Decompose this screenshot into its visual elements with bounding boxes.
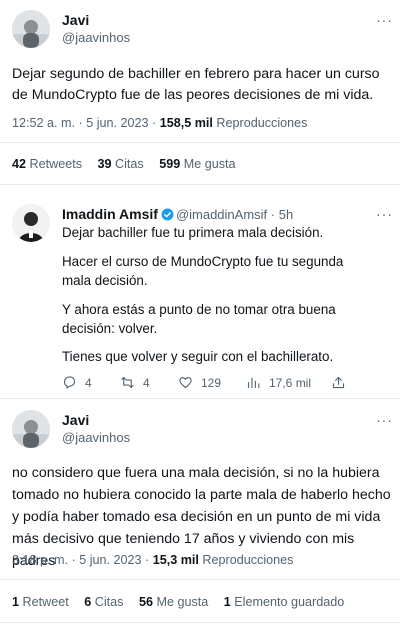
more-options-icon[interactable]: ···	[376, 412, 393, 428]
tweet-stats: 1 Retweet 6 Citas 56 Me gusta 1 Elemento…	[12, 595, 344, 609]
reply-header: Imaddin Amsif @imaddinAmsif · 5h	[62, 206, 293, 224]
like-action[interactable]: 129	[178, 375, 221, 390]
views-action[interactable]: 17,6 mil	[246, 375, 311, 390]
avatar-imaddin[interactable]	[12, 204, 50, 242]
tweet-timestamp[interactable]: 12:52 a. m. · 5 jun. 2023 ·	[12, 116, 160, 130]
quotes-stat[interactable]: 6 Citas	[84, 595, 123, 609]
author-name[interactable]: Javi	[62, 412, 89, 428]
tweet-text: Dejar segundo de bachiller en febrero pa…	[12, 66, 380, 103]
divider	[0, 142, 400, 143]
tweet-meta: 3:18 p. m. · 5 jun. 2023 · 15,3 mil Repr…	[12, 553, 293, 567]
views-chart-icon	[247, 377, 260, 389]
reply-paragraph: Y ahora estás a punto de no tomar otra b…	[62, 302, 336, 336]
divider	[0, 184, 400, 185]
author-handle[interactable]: @imaddinAmsif · 5h	[176, 207, 293, 222]
divider	[0, 398, 400, 399]
views-label: Reproducciones	[198, 553, 294, 567]
reply-paragraph: Tienes que volver y seguir con el bachil…	[62, 349, 334, 364]
avatar-javi[interactable]	[12, 410, 50, 448]
bookmarks-stat[interactable]: 1 Elemento guardado	[224, 595, 344, 609]
more-options-icon[interactable]: ···	[376, 12, 393, 28]
likes-stat[interactable]: 56 Me gusta	[139, 595, 208, 609]
avatar-javi[interactable]	[12, 10, 50, 48]
author-name[interactable]: Javi	[62, 12, 89, 28]
retweet-icon	[121, 376, 134, 389]
quotes-stat[interactable]: 39 Citas	[98, 157, 144, 171]
views-count: 15,3 mil	[152, 553, 199, 567]
verified-badge-icon	[161, 208, 174, 221]
reply-count: 4	[85, 375, 92, 390]
tweet-stats: 42 Retweets 39 Citas 599 Me gusta	[12, 157, 236, 171]
retweets-stat[interactable]: 42 Retweets	[12, 157, 82, 171]
reply-icon	[63, 376, 76, 389]
author-name[interactable]: Imaddin Amsif	[62, 206, 158, 222]
views-count: 17,6 mil	[269, 375, 312, 390]
retweet-action[interactable]: 4	[120, 375, 150, 390]
reply-paragraph: Dejar bachiller fue tu primera mala deci…	[62, 225, 324, 240]
divider	[0, 579, 400, 580]
share-icon	[332, 376, 345, 389]
author-handle[interactable]: @jaavinhos	[62, 430, 130, 445]
views-label: Reproducciones	[212, 116, 308, 130]
likes-stat[interactable]: 599 Me gusta	[159, 157, 235, 171]
author-handle[interactable]: @jaavinhos	[62, 30, 130, 45]
reply-paragraph: Hacer el curso de MundoCrypto fue tu seg…	[62, 254, 344, 288]
avatar-photo-icon	[12, 10, 50, 48]
tweet-timestamp[interactable]: 3:18 p. m. · 5 jun. 2023 ·	[12, 553, 153, 567]
tweet-meta: 12:52 a. m. · 5 jun. 2023 · 158,5 mil Re…	[12, 116, 307, 130]
reply-action[interactable]: 4	[62, 375, 92, 390]
divider	[0, 622, 400, 623]
retweet-count: 4	[143, 375, 150, 390]
retweets-stat[interactable]: 1 Retweet	[12, 595, 69, 609]
like-count: 129	[201, 375, 222, 390]
avatar-photo-icon	[12, 204, 50, 242]
views-count: 158,5 mil	[159, 116, 213, 130]
heart-icon	[179, 377, 192, 389]
share-action[interactable]	[331, 375, 354, 390]
avatar-photo-icon	[12, 410, 50, 448]
more-options-icon[interactable]: ···	[376, 206, 393, 222]
